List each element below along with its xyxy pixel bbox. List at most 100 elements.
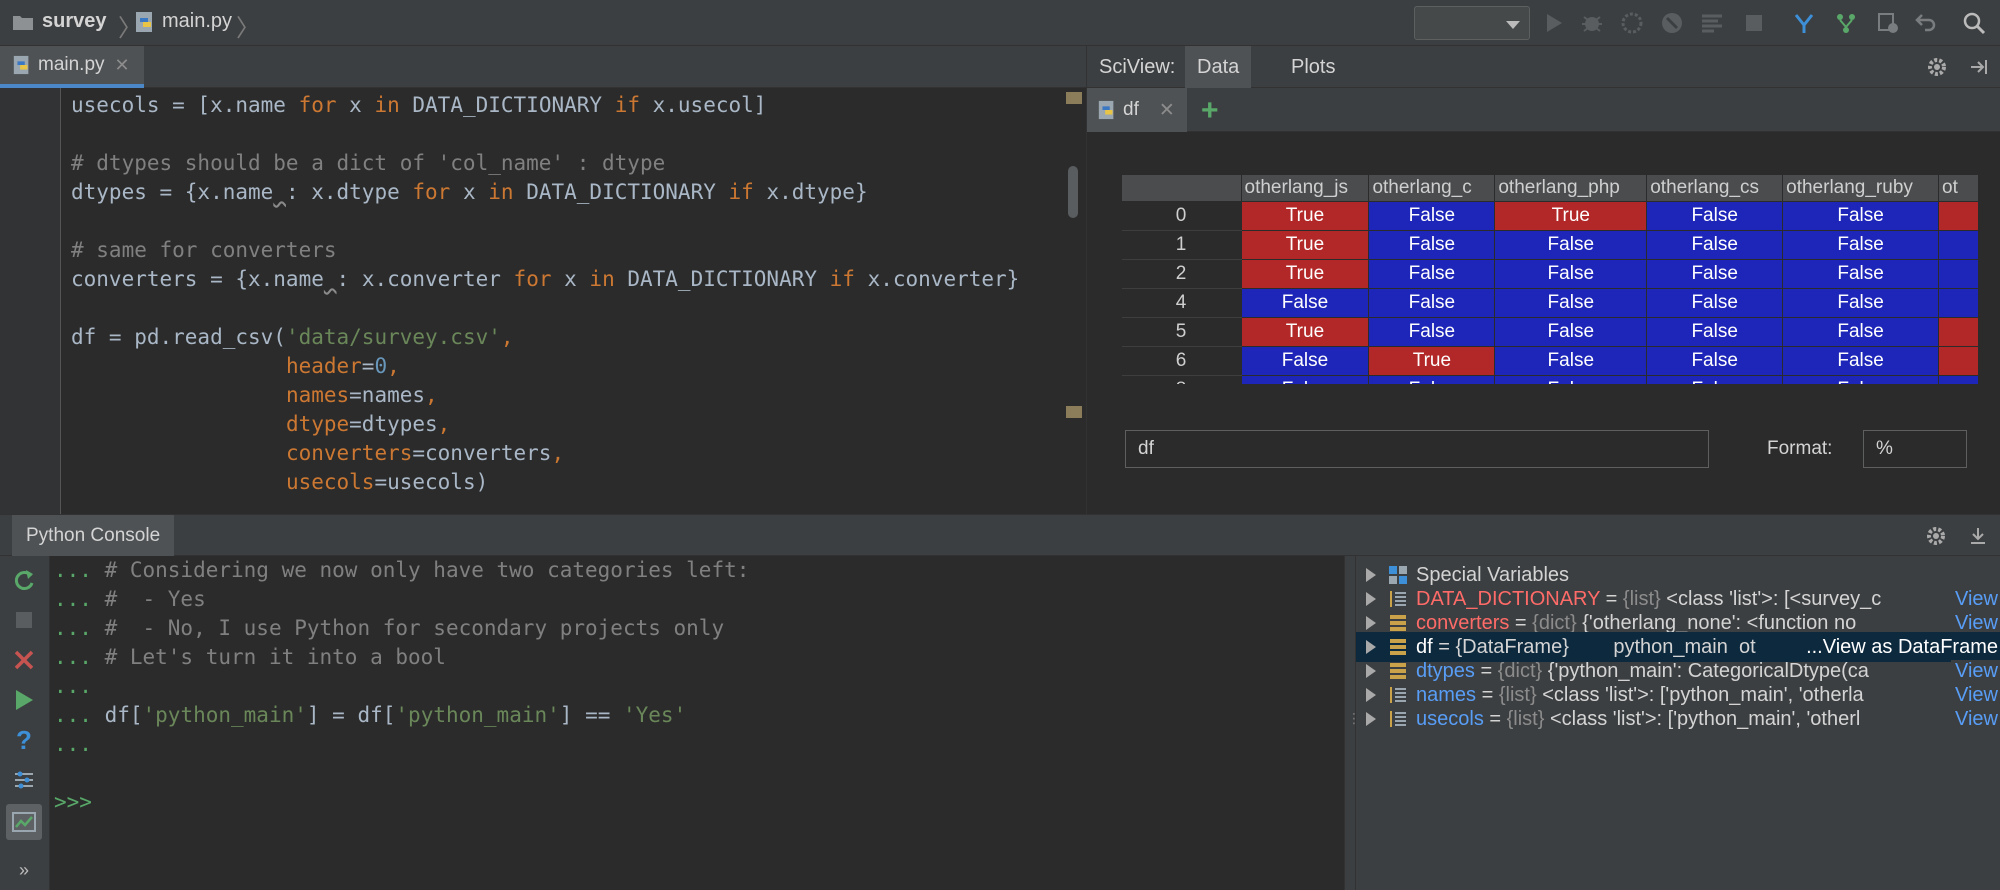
expand-arrow-icon[interactable] [1366,592,1376,606]
splitter-handle[interactable]: ⋮ [1344,556,1361,890]
rerun-icon[interactable] [10,566,38,594]
add-icon[interactable]: + [1201,94,1219,128]
close-console-icon[interactable] [10,646,38,674]
column-header[interactable]: ot [1938,174,1979,202]
table-cell[interactable]: False [1368,230,1496,260]
revert-icon[interactable] [1914,11,1938,35]
code-editor[interactable]: usecols = [x.name for x in DATA_DICTIONA… [0,88,1086,514]
run-icon[interactable] [1542,11,1566,35]
table-cell[interactable]: False [1494,288,1648,318]
table-row[interactable]: 5 True False False False False [1121,317,1979,347]
column-header[interactable]: otherlang_ruby [1782,174,1940,202]
table-cell[interactable]: True [1240,230,1370,260]
table-cell[interactable]: False [1782,230,1940,260]
console-output[interactable]: ... # Considering we now only have two c… [50,556,1344,890]
expression-input[interactable]: df [1125,430,1709,468]
table-row[interactable]: 8FalseFalseFalseFalseFalse [1121,375,1979,384]
table-cell[interactable] [1938,317,1979,347]
column-header[interactable]: otherlang_js [1240,174,1370,202]
table-cell[interactable]: False [1782,201,1940,231]
expand-arrow-icon[interactable] [1366,688,1376,702]
help-icon[interactable]: ? [10,725,38,755]
column-header[interactable]: otherlang_cs [1646,174,1784,202]
warning-marker[interactable] [1066,406,1082,418]
concurrency-icon[interactable] [1700,11,1724,35]
table-cell[interactable]: True [1240,201,1370,231]
table-cell[interactable] [1938,230,1979,260]
table-cell[interactable]: False [1494,317,1648,347]
table-cell[interactable]: False [1646,230,1784,260]
variable-row[interactable]: usecols = {list} <class 'list'>: ['pytho… [1356,704,2000,734]
vcs-update-icon[interactable] [1792,11,1816,35]
table-cell[interactable]: False [1240,346,1370,376]
table-cell[interactable]: False [1782,375,1940,384]
table-cell[interactable]: False [1646,317,1784,347]
table-cell[interactable]: False [1646,346,1784,376]
table-cell[interactable]: False [1494,230,1648,260]
table-row[interactable]: 2 True False False False False [1121,259,1979,289]
table-cell[interactable]: False [1782,346,1940,376]
table-cell[interactable] [1938,346,1979,376]
hide-panel-icon[interactable] [1967,55,1991,79]
table-cell[interactable]: False [1368,201,1496,231]
table-row[interactable]: 1 True False False False False [1121,230,1979,260]
sciview-toggle-icon[interactable] [6,804,42,840]
gear-icon[interactable] [1925,55,1949,79]
table-cell[interactable]: False [1368,259,1496,289]
table-cell[interactable]: False [1368,317,1496,347]
table-cell[interactable]: False [1782,317,1940,347]
table-cell[interactable]: False [1782,259,1940,289]
table-cell[interactable]: False [1368,375,1496,384]
dataframe-table[interactable]: otherlang_js otherlang_c otherlang_php othe… [1121,174,1979,384]
warning-marker[interactable] [1066,92,1082,104]
gear-icon[interactable] [1924,524,1948,548]
table-cell[interactable]: False [1494,259,1648,289]
table-cell[interactable]: False [1646,288,1784,318]
table-cell[interactable]: False [1494,346,1648,376]
minimize-icon[interactable] [1966,524,1990,548]
table-cell[interactable]: True [1240,317,1370,347]
editor-scrollbar[interactable] [1068,166,1078,218]
tab-data[interactable]: Data [1185,46,1252,88]
table-cell[interactable]: False [1646,375,1784,384]
table-cell[interactable]: False [1646,201,1784,231]
expand-arrow-icon[interactable] [1366,640,1376,654]
table-cell[interactable] [1938,201,1979,231]
breadcrumb-file[interactable]: main.py [134,10,232,33]
table-cell[interactable] [1938,288,1979,318]
table-cell[interactable]: False [1368,288,1496,318]
tab-python-console[interactable]: Python Console [12,515,175,557]
table-cell[interactable]: True [1368,346,1496,376]
format-input[interactable]: % [1863,430,1967,468]
table-row[interactable]: 6 False True False False False [1121,346,1979,376]
table-cell[interactable] [1938,375,1979,384]
view-link[interactable]: View [1951,707,2000,731]
search-icon[interactable] [1962,11,1986,35]
table-cell[interactable]: False [1240,288,1370,318]
tab-main-py[interactable]: main.py ✕ [0,46,144,88]
table-cell[interactable]: False [1782,288,1940,318]
close-icon[interactable]: ✕ [115,55,130,76]
expand-arrow-icon[interactable] [1366,616,1376,630]
table-cell[interactable]: False [1240,375,1370,384]
column-header[interactable]: otherlang_c [1368,174,1496,202]
run-configuration-select[interactable] [1414,6,1530,40]
execute-icon[interactable] [10,686,38,714]
table-cell[interactable]: True [1494,201,1648,231]
tab-df[interactable]: df ✕ [1087,88,1187,132]
expand-arrow-icon[interactable] [1366,712,1376,726]
table-cell[interactable]: False [1494,375,1648,384]
profile-icon[interactable] [1660,11,1684,35]
stop-icon[interactable] [1742,11,1766,35]
table-cell[interactable]: True [1240,259,1370,289]
column-header[interactable]: otherlang_php [1494,174,1648,202]
expand-arrow-icon[interactable] [1366,568,1376,582]
expand-arrow-icon[interactable] [1366,664,1376,678]
table-cell[interactable]: False [1646,259,1784,289]
stop-console-icon[interactable] [10,606,38,634]
breadcrumb-project[interactable]: survey [12,10,107,33]
tab-plots[interactable]: Plots [1279,46,1347,88]
debug-icon[interactable] [1580,11,1604,35]
settings-icon[interactable] [10,766,38,794]
vcs-history-icon[interactable] [1876,11,1900,35]
